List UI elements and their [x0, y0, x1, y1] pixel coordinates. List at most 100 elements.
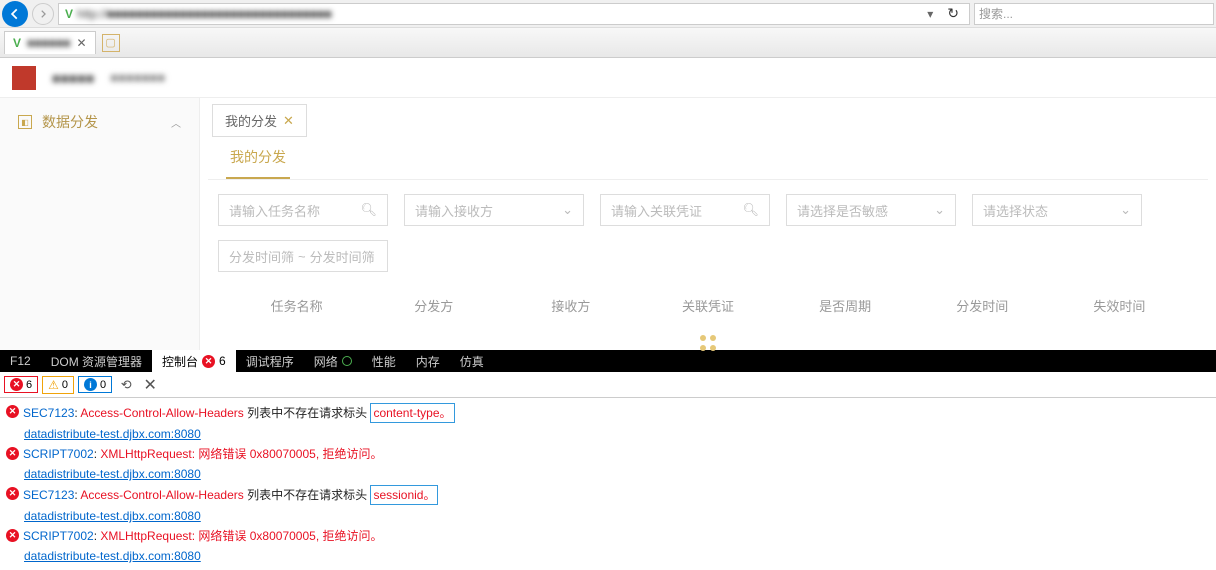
sidebar-item-label: 数据分发 [42, 112, 171, 132]
error-icon: ✕ [10, 378, 23, 391]
app-title: ■■■■■ [52, 70, 94, 86]
task-name-input[interactable]: 请输入任务名称 🔍︎ [218, 194, 388, 226]
date-range-input[interactable]: 分发时间筛 ~ 分发时间筛 [218, 240, 388, 272]
col-periodic: 是否周期 [777, 296, 914, 315]
console-row: ✕SCRIPT7002: XMLHttpRequest: 网络错误 0x8007… [6, 444, 1210, 464]
devtools-tab-performance[interactable]: 性能 [362, 350, 406, 372]
console-row: datadistribute-test.djbx.com:8080 [6, 424, 1210, 444]
section-tabs: 我的分发 [208, 137, 1208, 180]
highlighted-header: content-type。 [370, 403, 454, 423]
placeholder-text: 请选择状态 [983, 201, 1048, 220]
app-logo-icon [12, 66, 36, 90]
count: 0 [62, 379, 68, 391]
url-text: http://■■■■■■■■■■■■■■■■■■■■■■■■■■■■■■■ [77, 7, 919, 21]
devtools-tab-emulation[interactable]: 仿真 [450, 350, 494, 372]
devtools-tab-network[interactable]: 网络 [304, 350, 362, 372]
refresh-button[interactable]: ↻ [941, 5, 965, 22]
warning-icon: ⚠ [48, 378, 59, 392]
error-filter-button[interactable]: ✕6 [4, 376, 38, 393]
error-icon: ✕ [6, 529, 19, 542]
devtools-toolbar: ✕6 ⚠0 i0 ⟲ ✕ [0, 372, 1216, 398]
placeholder-text: 请输入任务名称 [229, 201, 320, 220]
sidebar-item-data-distribute[interactable]: ◧ 数据分发 ︿ [0, 98, 199, 146]
app-subtitle: ■■■■■■■ [110, 70, 165, 85]
page-header: ■■■■■ ■■■■■■■ [0, 58, 1216, 98]
console-row: datadistribute-test.djbx.com:8080 [6, 546, 1210, 566]
source-link[interactable]: datadistribute-test.djbx.com:8080 [24, 509, 201, 523]
range-sep: ~ [298, 249, 306, 264]
error-code: SEC7123 [23, 488, 74, 502]
col-voucher: 关联凭证 [639, 296, 776, 315]
status-select[interactable]: 请选择状态 ⌄ [972, 194, 1142, 226]
browser-search-input[interactable]: 搜索... [974, 3, 1214, 25]
search-icon: 🔍︎ [360, 202, 377, 218]
clear-console-button[interactable]: ⟲ [116, 375, 136, 395]
search-icon: 🔍︎ [742, 202, 759, 218]
search-placeholder: 搜索... [979, 5, 1013, 22]
chevron-up-icon: ︿ [171, 115, 181, 130]
site-favicon-icon: V [65, 7, 73, 21]
placeholder-text: 请输入关联凭证 [611, 201, 702, 220]
tab-close-button[interactable]: ✕ [77, 36, 87, 50]
sidebar: ◧ 数据分发 ︿ [0, 98, 200, 350]
devtools-tab-debugger[interactable]: 调试程序 [236, 350, 304, 372]
tab-favicon-icon: V [13, 36, 21, 50]
source-link[interactable]: datadistribute-test.djbx.com:8080 [24, 467, 201, 481]
content-tab-my-distribute[interactable]: 我的分发 ✕ [212, 104, 307, 137]
receiver-select[interactable]: 请输入接收方 ⌄ [404, 194, 584, 226]
main-area: ◧ 数据分发 ︿ 我的分发 ✕ 我的分发 请输入任务名称 🔍︎ 请输入接收方 ⌄ [0, 98, 1216, 350]
url-dropdown-icon[interactable]: ▾ [923, 7, 937, 21]
console-row: ✕SEC7123: Access-Control-Allow-Headers 列… [6, 402, 1210, 424]
new-tab-button[interactable]: ▢ [102, 34, 120, 52]
warning-filter-button[interactable]: ⚠0 [42, 376, 74, 394]
content-tab-label: 我的分发 [225, 111, 277, 130]
section-tab-label: 我的分发 [230, 149, 286, 165]
source-link[interactable]: datadistribute-test.djbx.com:8080 [24, 427, 201, 441]
console-row: ✕SCRIPT7002: XMLHttpRequest: 网络错误 0x8007… [6, 526, 1210, 546]
address-bar[interactable]: V http://■■■■■■■■■■■■■■■■■■■■■■■■■■■■■■■… [58, 3, 970, 25]
section-tab-my-distribute[interactable]: 我的分发 [226, 147, 290, 179]
error-icon: ✕ [6, 487, 19, 500]
sensitive-select[interactable]: 请选择是否敏感 ⌄ [786, 194, 956, 226]
filter-row: 请输入任务名称 🔍︎ 请输入接收方 ⌄ 请输入关联凭证 🔍︎ 请选择是否敏感 ⌄… [208, 180, 1208, 240]
table-header: 任务名称 分发方 接收方 关联凭证 是否周期 分发时间 失效时间 [208, 286, 1208, 325]
devtools-tab-memory[interactable]: 内存 [406, 350, 450, 372]
col-expire-time: 失效时间 [1051, 296, 1188, 315]
col-distribute-time: 分发时间 [914, 296, 1051, 315]
console-row: datadistribute-test.djbx.com:8080 [6, 506, 1210, 526]
error-code: SCRIPT7002 [23, 447, 94, 461]
chevron-down-icon: ⌄ [934, 202, 945, 218]
highlighted-header: sessionid。 [370, 485, 438, 505]
error-icon: ✕ [6, 405, 19, 418]
voucher-input[interactable]: 请输入关联凭证 🔍︎ [600, 194, 770, 226]
chevron-down-icon: ⌄ [562, 202, 573, 218]
browser-nav-bar: V http://■■■■■■■■■■■■■■■■■■■■■■■■■■■■■■■… [0, 0, 1216, 28]
range-from: 分发时间筛 [229, 247, 294, 266]
devtools-tab-console[interactable]: 控制台 ✕6 [152, 350, 236, 372]
console-row: datadistribute-test.djbx.com:8080 [6, 464, 1210, 484]
browser-tab-bar: V ■■■■■■ ✕ ▢ [0, 28, 1216, 58]
error-code: SCRIPT7002 [23, 529, 94, 543]
console-output: ✕SEC7123: Access-Control-Allow-Headers 列… [0, 398, 1216, 570]
col-distributor: 分发方 [365, 296, 502, 315]
error-badge-icon: ✕ [202, 355, 215, 368]
close-icon[interactable]: ✕ [283, 113, 294, 129]
placeholder-text: 请输入接收方 [415, 201, 493, 220]
info-filter-button[interactable]: i0 [78, 376, 112, 393]
error-code: SEC7123 [23, 406, 74, 420]
distribute-icon: ◧ [18, 115, 32, 129]
col-task-name: 任务名称 [228, 296, 365, 315]
chevron-down-icon: ⌄ [1120, 202, 1131, 218]
close-devtools-button[interactable]: ✕ [140, 375, 160, 395]
browser-tab[interactable]: V ■■■■■■ ✕ [4, 31, 96, 54]
devtools-tab-dom[interactable]: DOM 资源管理器 [41, 350, 152, 372]
error-count: 6 [219, 354, 226, 368]
range-to: 分发时间筛 [310, 247, 375, 266]
back-button[interactable] [2, 1, 28, 27]
record-icon [342, 356, 352, 366]
forward-button[interactable] [32, 3, 54, 25]
source-link[interactable]: datadistribute-test.djbx.com:8080 [24, 549, 201, 563]
count: 0 [100, 379, 106, 391]
info-icon: i [84, 378, 97, 391]
console-row: ✕SEC7123: Access-Control-Allow-Headers 列… [6, 484, 1210, 506]
